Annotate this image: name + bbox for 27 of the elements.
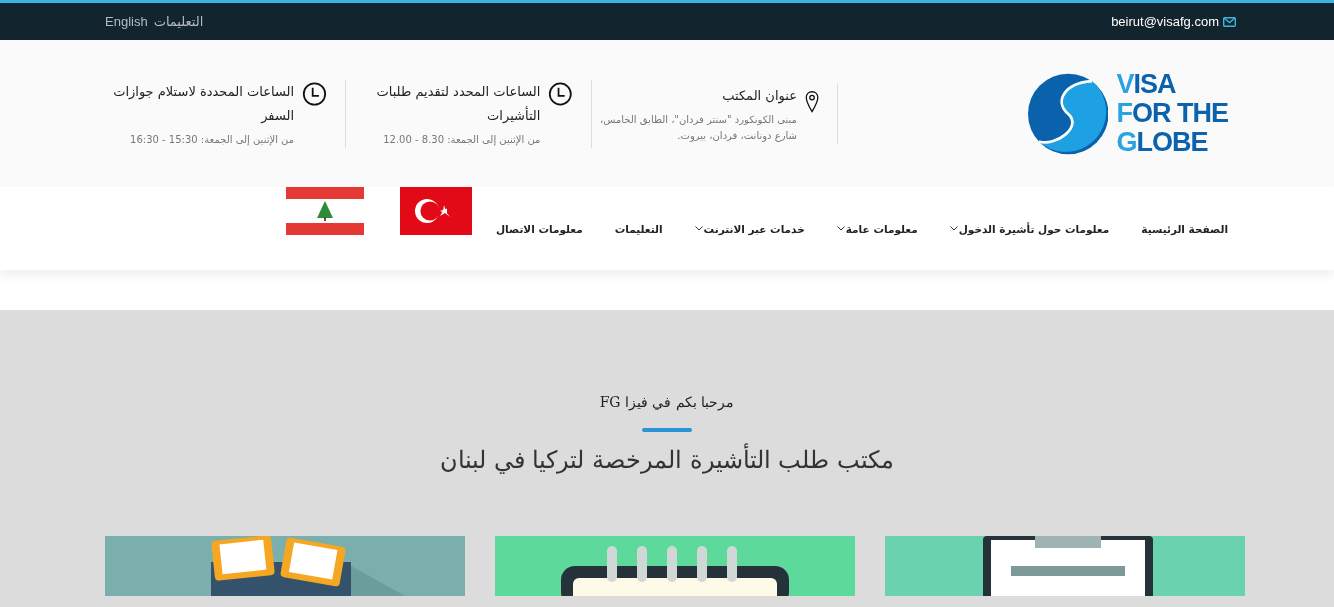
clock-icon (302, 79, 327, 108)
info-title: الساعات المحدد لتقديم طلبات التأشيرات (375, 82, 541, 125)
nav-item[interactable]: الصفحة الرئيسية (1141, 222, 1228, 235)
welcome-subtitle: مرحبا بكم في فيزا FG (599, 394, 735, 410)
top-link[interactable]: التعليمات (153, 14, 204, 29)
logo-text: FOR THE (1116, 99, 1228, 128)
nav-item[interactable]: التعليمات (614, 222, 663, 235)
info-text: من الإثنين إلى الجمعة: 15:30 - 16:30 (129, 132, 295, 148)
flag-icon[interactable] (286, 187, 364, 235)
nav-item[interactable]: معلومات حول تأشيرة الدخول (949, 222, 1110, 235)
email-link[interactable]: beirut@visafg.com (1111, 14, 1236, 29)
chevron-down-icon (694, 226, 703, 231)
info-title: الساعات المحددة لاستلام جوازات السفر (112, 82, 295, 125)
nav-item[interactable]: معلومات الاتصال (496, 222, 583, 235)
nav-item[interactable]: معلومات عامة (836, 222, 918, 235)
chevron-down-icon (949, 226, 958, 231)
info-text: مبنى الكونكورد "سنتر فردان"، الطابق الخامس، شارع دونانت، فردان، بيروت. (598, 112, 797, 144)
accent-bar (642, 428, 692, 432)
info-text: من الإثنين إلى الجمعة: 8.30 - 12.00 (382, 132, 541, 148)
flag-icon[interactable] (400, 187, 472, 235)
nav-item[interactable]: خدمات عبر الانترنت (694, 222, 805, 235)
mail-icon (1223, 16, 1236, 27)
logo-text: GLOBE (1116, 128, 1209, 157)
logo-text: VISA (1116, 70, 1177, 99)
info-title: عنوان المكتب (721, 86, 797, 106)
top-link[interactable]: English (105, 14, 148, 29)
chevron-down-icon (836, 226, 845, 231)
